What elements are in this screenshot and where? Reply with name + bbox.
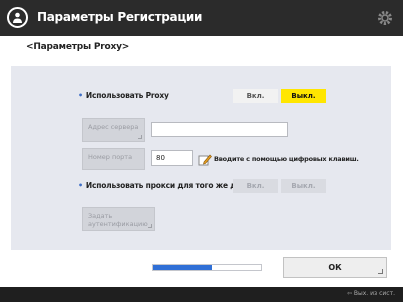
status-bar: ⇦ Вых. из сист.: [0, 287, 403, 302]
same-domain-off-button[interactable]: Выкл.: [281, 179, 326, 193]
server-address-button[interactable]: Адрес сервера: [82, 118, 145, 142]
use-proxy-label: • Использовать Proxy: [78, 91, 169, 100]
ok-button[interactable]: ОК: [283, 257, 387, 278]
use-proxy-on-button[interactable]: Вкл.: [233, 89, 278, 103]
logout-label: Вых. из сист.: [353, 290, 395, 297]
gear-icon[interactable]: [376, 9, 394, 27]
port-number-button[interactable]: Номер порта: [82, 148, 145, 170]
logout-icon: ⇦: [346, 290, 354, 297]
window-title: Параметры Регистрации: [37, 10, 203, 24]
use-proxy-label-text: Использовать Proxy: [85, 91, 169, 100]
settings-user-icon: [7, 7, 28, 28]
logout-button[interactable]: ⇦ Вых. из сист.: [347, 290, 395, 297]
ok-button-label: ОК: [328, 263, 342, 272]
port-number-field[interactable]: 80: [151, 150, 193, 166]
progress-fill: [153, 265, 213, 270]
same-domain-on-button[interactable]: Вкл.: [233, 179, 278, 193]
progress-bar: [152, 264, 262, 271]
port-number-button-label: Номер порта: [88, 153, 133, 161]
port-hint: Вводите с помощью цифровых клавиш.: [214, 155, 359, 163]
auth-settings-button-label: Задать аутентификацию: [88, 212, 148, 228]
title-bar: Параметры Регистрации: [0, 0, 403, 36]
page-subtitle: <Параметры Proxy>: [26, 42, 130, 52]
bullet-icon: •: [78, 181, 83, 190]
use-proxy-off-button[interactable]: Выкл.: [281, 89, 326, 103]
auth-settings-button[interactable]: Задать аутентификацию: [82, 207, 155, 231]
bullet-icon: •: [78, 91, 83, 100]
use-proxy-toggle: Вкл. Выкл.: [233, 89, 326, 103]
server-address-button-label: Адрес сервера: [88, 123, 139, 131]
same-domain-toggle: Вкл. Выкл.: [233, 179, 326, 193]
server-address-field[interactable]: [151, 122, 288, 137]
pencil-icon: [198, 154, 212, 166]
